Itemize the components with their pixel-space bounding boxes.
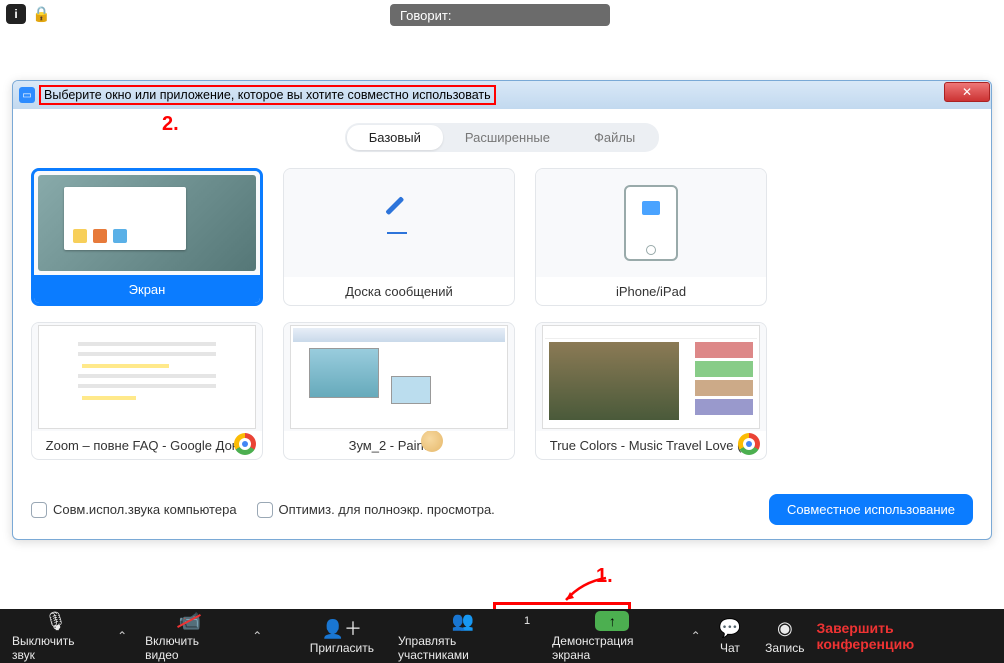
dialog-title: Выберите окно или приложение, которое вы… [41, 87, 494, 103]
speaking-indicator: Говорит: [390, 4, 610, 26]
video-off-icon: 📹 [178, 610, 200, 632]
share-options-grid: Экран Доска сообщений iPhone/iPad Zoom –… [13, 152, 991, 466]
card-label: iPhone/iPad [536, 277, 766, 305]
participants-button[interactable]: 👥 1 Управлять участниками [386, 609, 540, 663]
video-button[interactable]: 📹 Включить видео [133, 609, 246, 663]
ipad-icon [624, 185, 678, 261]
speaking-label: Говорит: [400, 8, 451, 23]
card-label: True Colors - Music Travel Love (... [550, 438, 753, 453]
invite-button[interactable]: 👤＋ Пригласить [298, 609, 386, 663]
card-label: Зум_2 - Paint [349, 438, 428, 453]
share-card-screen[interactable]: Экран [31, 168, 263, 306]
toolbar-label: Пригласить [310, 641, 374, 655]
participants-count: 1 [524, 615, 530, 627]
toolbar-label: Включить видео [145, 634, 234, 662]
mute-button[interactable]: 🎙 Выключить звук [0, 609, 111, 663]
annotation-arrow-icon [562, 576, 608, 604]
meeting-toolbar: 🎙 Выключить звук ⌃ 📹 Включить видео ⌃ 👤＋… [0, 609, 1004, 663]
dialog-footer: Совм.испол.звука компьютера Оптимиз. для… [31, 494, 973, 525]
chrome-icon [738, 433, 760, 455]
card-label: Экран [34, 275, 260, 303]
zoom-app-icon: ▭ [19, 87, 35, 103]
video-options-chevron-icon[interactable]: ⌃ [246, 629, 268, 643]
share-tabs: Базовый Расширенные Файлы [13, 123, 991, 152]
checkbox-label: Совм.испол.звука компьютера [53, 502, 237, 517]
card-label: Zoom – повне FAQ - Google Док... [46, 438, 249, 453]
toolbar-label: Демонстрация экрана [552, 634, 672, 662]
card-label: Доска сообщений [284, 277, 514, 305]
share-card-window-paint[interactable]: Зум_2 - Paint [283, 322, 515, 460]
tab-files[interactable]: Файлы [572, 125, 657, 150]
checkbox-box-icon [257, 502, 273, 518]
share-screen-icon: ↑ [595, 611, 629, 631]
paint-palette-icon [421, 431, 443, 452]
toolbar-label: Чат [720, 641, 740, 655]
record-icon: ◉ [777, 617, 793, 639]
annotation-2: 2. [162, 113, 179, 136]
record-button[interactable]: ◉ Запись [753, 609, 816, 663]
checkbox-label: Оптимиз. для полноэкр. просмотра. [279, 502, 495, 517]
zoom-top-bar: i 🔒 Говорит: [0, 0, 1004, 28]
chat-icon: 💬 [719, 617, 741, 639]
chrome-icon [234, 433, 256, 455]
checkbox-box-icon [31, 502, 47, 518]
end-meeting-button[interactable]: Завершить конференцию [817, 620, 992, 652]
toolbar-label: Выключить звук [12, 634, 99, 662]
chat-button[interactable]: 💬 Чат [707, 609, 753, 663]
share-confirm-button[interactable]: Совместное использование [769, 494, 973, 525]
audio-options-chevron-icon[interactable]: ⌃ [111, 629, 133, 643]
share-screen-dialog: ▭ Выберите окно или приложение, которое … [12, 80, 992, 540]
meeting-info-button[interactable]: i [6, 4, 26, 24]
toolbar-label: Управлять участниками [398, 634, 528, 662]
dialog-close-button[interactable]: ✕ [944, 82, 990, 102]
microphone-icon: 🎙 [44, 610, 67, 632]
dialog-titlebar: ▭ Выберите окно или приложение, которое … [13, 81, 991, 109]
invite-icon: 👤＋ [322, 617, 362, 639]
checkbox-optimize-fullscreen[interactable]: Оптимиз. для полноэкр. просмотра. [257, 502, 495, 518]
share-options-chevron-icon[interactable]: ⌃ [685, 629, 707, 643]
checkbox-share-audio[interactable]: Совм.испол.звука компьютера [31, 502, 237, 518]
share-card-window-chrome-youtube[interactable]: True Colors - Music Travel Love (... [535, 322, 767, 460]
encryption-lock-icon: 🔒 [32, 5, 51, 23]
pencil-icon [385, 209, 413, 237]
share-screen-button[interactable]: ↑ Демонстрация экрана [540, 609, 684, 663]
share-card-window-chrome-docs[interactable]: Zoom – повне FAQ - Google Док... [31, 322, 263, 460]
tab-basic[interactable]: Базовый [347, 125, 443, 150]
tab-advanced[interactable]: Расширенные [443, 125, 572, 150]
share-card-iphone-ipad[interactable]: iPhone/iPad [535, 168, 767, 306]
participants-icon: 👥 [452, 610, 474, 632]
share-card-whiteboard[interactable]: Доска сообщений [283, 168, 515, 306]
toolbar-label: Запись [765, 641, 804, 655]
